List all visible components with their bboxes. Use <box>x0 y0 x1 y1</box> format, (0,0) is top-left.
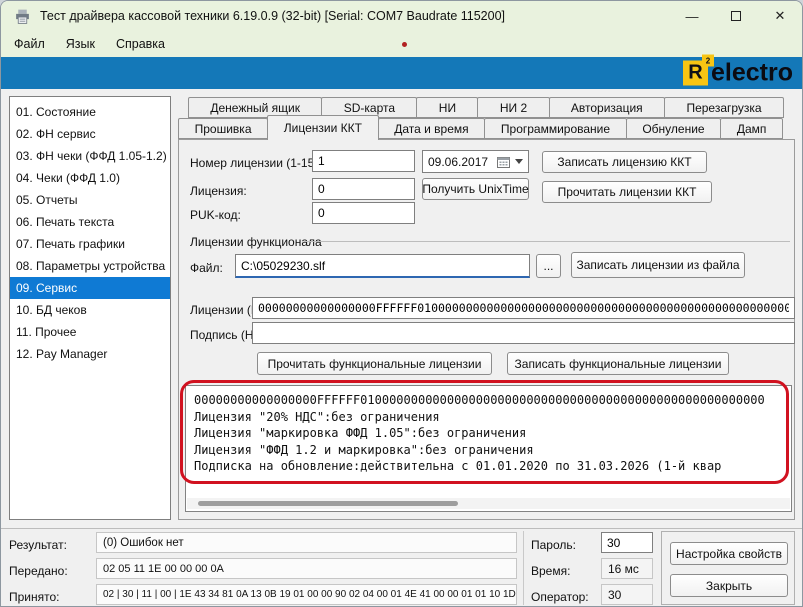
menu-item[interactable]: Язык <box>66 37 95 51</box>
get-unixtime-button[interactable]: Получить UnixTime <box>422 178 529 200</box>
status-divider <box>523 531 524 605</box>
close-app-button[interactable]: Закрыть <box>670 574 788 597</box>
settings-button[interactable]: Настройка свойств <box>670 542 788 565</box>
sent-field: 02 05 11 1E 00 00 00 0A <box>96 558 517 579</box>
sidebar-item[interactable]: 10. БД чеков <box>10 299 170 321</box>
tab[interactable]: Дамп <box>720 118 783 139</box>
logo-r-icon: R 2 <box>683 61 708 86</box>
write-from-file-button[interactable]: Записать лицензии из файла <box>571 252 745 278</box>
sidebar-item[interactable]: 01. Состояние <box>10 101 170 123</box>
sidebar-item[interactable]: 07. Печать графики <box>10 233 170 255</box>
console-line: Лицензия "маркировка ФФД 1.05":без огран… <box>194 425 783 442</box>
file-path-input[interactable] <box>235 254 530 278</box>
puk-input[interactable] <box>312 202 415 224</box>
sent-label: Передано: <box>9 564 68 578</box>
logo-word: electro <box>711 59 793 88</box>
brand-banner: R 2 electro <box>1 57 802 89</box>
sidebar-item[interactable]: 11. Прочее <box>10 321 170 343</box>
maximize-icon <box>731 11 741 21</box>
group-title: Лицензии функционала <box>190 235 322 249</box>
file-label: Файл: <box>190 261 223 275</box>
signature-input[interactable] <box>252 322 795 344</box>
tab[interactable]: НИ <box>416 97 478 118</box>
sidebar-item[interactable]: 03. ФН чеки (ФФД 1.05-1.2) <box>10 145 170 167</box>
close-icon: ✕ <box>775 8 786 24</box>
read-licenses-button[interactable]: Прочитать лицензии ККТ <box>542 181 712 203</box>
sidebar-item[interactable]: 08. Параметры устройства <box>10 255 170 277</box>
sidebar-item[interactable]: 09. Сервис <box>10 277 170 299</box>
sidebar-item[interactable]: 02. ФН сервис <box>10 123 170 145</box>
maximize-button[interactable] <box>714 1 758 31</box>
date-value: 09.06.2017 <box>428 155 488 169</box>
minimize-icon: — <box>686 9 699 24</box>
license-input[interactable] <box>312 178 415 200</box>
license-number-label: Номер лицензии (1-15) <box>190 156 318 170</box>
operator-field: 30 <box>601 584 653 605</box>
console-line: Подписка на обновление:действительна с 0… <box>194 458 783 475</box>
hex-licenses-input[interactable] <box>252 297 795 319</box>
license-number-input[interactable] <box>312 150 415 172</box>
tab[interactable]: Прошивка <box>178 118 268 139</box>
result-label: Результат: <box>9 538 67 552</box>
write-func-licenses-button[interactable]: Записать функциональные лицензии <box>507 352 729 375</box>
sidebar-item[interactable]: 05. Отчеты <box>10 189 170 211</box>
operator-label: Оператор: <box>531 590 589 604</box>
time-label: Время: <box>531 564 570 578</box>
close-button[interactable]: ✕ <box>758 1 802 31</box>
read-func-licenses-button[interactable]: Прочитать функциональные лицензии <box>257 352 492 375</box>
tab[interactable]: Перезагрузка <box>664 97 784 118</box>
menu-item[interactable]: Справка <box>116 37 165 51</box>
received-label: Принято: <box>9 590 60 604</box>
scrollbar-thumb[interactable] <box>198 501 458 506</box>
tab-row-2: ПрошивкаЛицензии ККТДата и времяПрограмм… <box>178 118 782 139</box>
title-bar: Тест драйвера кассовой техники 6.19.0.9 … <box>1 1 802 31</box>
tab[interactable]: Дата и время <box>378 118 486 139</box>
tab[interactable]: Лицензии ККТ <box>267 115 378 140</box>
date-picker[interactable]: 09.06.2017 <box>422 150 529 173</box>
action-button-panel: Настройка свойств Закрыть <box>661 531 795 605</box>
chevron-down-icon <box>515 159 523 164</box>
calendar-icon <box>497 156 510 168</box>
app-icon <box>14 8 31 25</box>
console-line: Лицензия "20% НДС":без ограничения <box>194 409 783 426</box>
sidebar-item[interactable]: 04. Чеки (ФФД 1.0) <box>10 167 170 189</box>
console-hscrollbar[interactable] <box>187 498 790 509</box>
brand-logo: R 2 electro <box>683 59 793 88</box>
result-field: (0) Ошибок нет <box>96 532 517 553</box>
status-separator <box>1 528 803 529</box>
tab-control: Денежный ящикSD-картаНИНИ 2АвторизацияПе… <box>177 96 796 521</box>
console-line: 00000000000000000FFFFFF01000000000000000… <box>194 392 783 409</box>
license-output-console[interactable]: 00000000000000000FFFFFF01000000000000000… <box>185 385 792 512</box>
tab[interactable]: НИ 2 <box>477 97 549 118</box>
group-box-line <box>304 241 790 242</box>
sidebar-item[interactable]: 06. Печать текста <box>10 211 170 233</box>
menu-red-dot <box>402 42 407 47</box>
menu-item[interactable]: Файл <box>14 37 45 51</box>
tab[interactable]: Программирование <box>484 118 626 139</box>
minimize-button[interactable]: — <box>670 1 714 31</box>
browse-button[interactable]: ... <box>536 254 561 278</box>
console-line: Лицензия "ФФД 1.2 и маркировка":без огра… <box>194 442 783 459</box>
password-label: Пароль: <box>531 538 576 552</box>
time-field: 16 мс <box>601 558 653 579</box>
sidebar-list: 01. Состояние02. ФН сервис03. ФН чеки (Ф… <box>9 96 171 520</box>
write-license-button[interactable]: Записать лицензию ККТ <box>542 151 707 173</box>
logo-superscript: 2 <box>702 55 714 67</box>
app-window: Тест драйвера кассовой техники 6.19.0.9 … <box>0 0 803 607</box>
window-title: Тест драйвера кассовой техники 6.19.0.9 … <box>40 9 505 23</box>
license-label: Лицензия: <box>190 184 247 198</box>
received-field: 02 | 30 | 11 | 00 | 1E 43 34 81 0A 13 0B… <box>96 584 517 605</box>
tab[interactable]: Авторизация <box>549 97 666 118</box>
licenses-tab-panel: Номер лицензии (1-15) 09.06.2017 Записат… <box>178 139 795 520</box>
tab[interactable]: Обнуление <box>626 118 722 139</box>
logo-letter: R <box>688 62 702 85</box>
sidebar-item[interactable]: 12. Pay Manager <box>10 343 170 365</box>
password-input[interactable] <box>601 532 653 553</box>
puk-label: PUK-код: <box>190 208 241 222</box>
